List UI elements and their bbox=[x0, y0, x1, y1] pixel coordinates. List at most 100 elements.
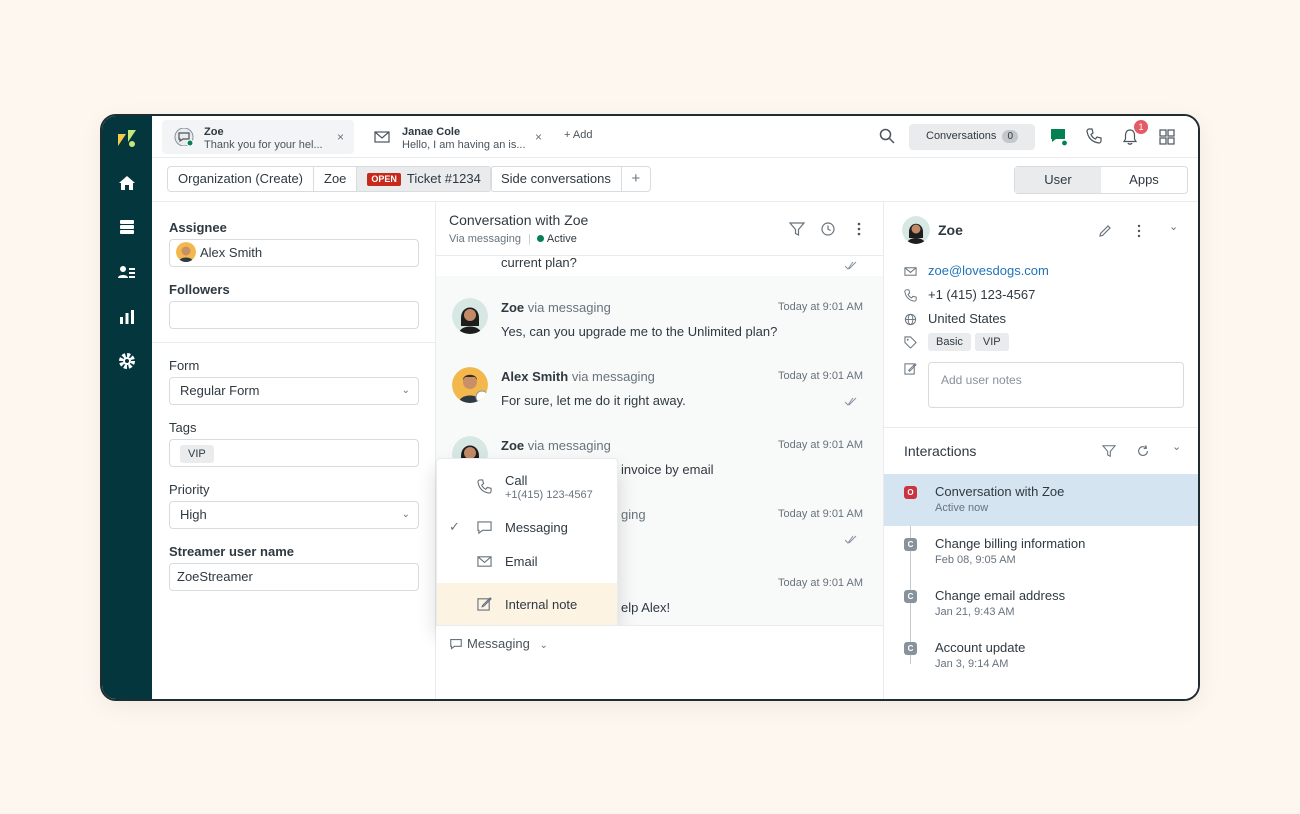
edit-icon[interactable] bbox=[1098, 224, 1112, 238]
menu-item-internal-note[interactable]: Internal note bbox=[437, 583, 617, 626]
followers-field[interactable] bbox=[169, 301, 419, 329]
phone-icon bbox=[477, 479, 492, 494]
status-badge: OPEN bbox=[367, 173, 401, 186]
channel-switcher[interactable]: Messaging ⌄ bbox=[450, 636, 548, 651]
interaction-item[interactable]: C Change email address Jan 21, 9:43 AM bbox=[884, 578, 1198, 630]
menu-item-label: Call bbox=[505, 473, 528, 488]
interaction-item[interactable]: C Account update Jan 3, 9:14 AM bbox=[884, 630, 1198, 682]
email-icon bbox=[374, 131, 390, 143]
priority-select[interactable]: High ⌄ bbox=[169, 501, 419, 529]
filter-icon[interactable] bbox=[1102, 444, 1116, 458]
history-icon[interactable] bbox=[820, 221, 836, 237]
reports-icon[interactable] bbox=[117, 307, 137, 327]
menu-item-sub: +1(415) 123-4567 bbox=[505, 489, 593, 501]
message-time: Today at 9:01 AM bbox=[778, 577, 863, 589]
message-time: Today at 9:01 AM bbox=[778, 370, 863, 382]
tab-janae-cole[interactable]: Janae Cole Hello, I am having an is... × bbox=[360, 120, 552, 154]
message-time: Today at 9:01 AM bbox=[778, 301, 863, 313]
conversations-button[interactable]: Conversations 0 bbox=[909, 124, 1035, 150]
read-receipt-icon bbox=[845, 397, 857, 406]
conversation-channel: Via messaging bbox=[449, 233, 521, 245]
ticket-label: Ticket #1234 bbox=[406, 171, 481, 186]
chevron-down-icon: ⌄ bbox=[401, 385, 410, 396]
conversation-subtitle: Via messaging | Active bbox=[449, 233, 577, 245]
priority-value: High bbox=[180, 507, 207, 522]
conversation-status: Active bbox=[546, 233, 577, 245]
tab-zoe[interactable]: Zoe Thank you for your hel... × bbox=[162, 120, 354, 154]
message-text: invoice by email bbox=[621, 462, 714, 477]
assignee-avatar bbox=[176, 242, 196, 262]
menu-item-call[interactable]: Call +1(415) 123-4567 bbox=[437, 459, 617, 505]
user-context-panel: Zoe ⌄ zoe@lovesdogs.com +1 (415) 123-456… bbox=[884, 202, 1198, 699]
breadcrumb-ticket[interactable]: OPEN Ticket #1234 bbox=[357, 167, 491, 191]
views-icon[interactable] bbox=[117, 217, 137, 237]
tab-user[interactable]: User bbox=[1015, 167, 1101, 193]
user-email[interactable]: zoe@lovesdogs.com bbox=[928, 263, 1049, 278]
more-icon[interactable] bbox=[851, 221, 867, 237]
menu-item-email[interactable]: Email bbox=[437, 547, 617, 577]
active-dot bbox=[536, 235, 544, 242]
form-select[interactable]: Regular Form ⌄ bbox=[169, 377, 419, 405]
search-icon[interactable] bbox=[879, 128, 895, 144]
interaction-item[interactable]: O Conversation with Zoe Active now bbox=[884, 474, 1198, 526]
tags-field[interactable]: VIP bbox=[169, 439, 419, 467]
tags-label: Tags bbox=[169, 420, 197, 435]
add-side-conversation-button[interactable]: + bbox=[622, 167, 650, 191]
streamer-label: Streamer user name bbox=[169, 544, 295, 559]
context-panel-switch: User Apps bbox=[1014, 166, 1188, 194]
interaction-item[interactable]: C Change billing information Feb 08, 9:0… bbox=[884, 526, 1198, 578]
message: Zoe via messaging Today at 9:01 AM Yes, … bbox=[436, 298, 883, 358]
breadcrumb-user[interactable]: Zoe bbox=[314, 167, 358, 191]
chat-icon bbox=[174, 128, 194, 146]
home-icon[interactable] bbox=[117, 173, 137, 193]
avatar bbox=[452, 367, 488, 403]
tab-name: Janae Cole bbox=[402, 126, 461, 138]
add-tab-button[interactable]: + Add bbox=[564, 129, 592, 141]
tag-chip[interactable]: Basic bbox=[928, 333, 971, 351]
more-icon[interactable] bbox=[1132, 224, 1146, 238]
close-icon[interactable]: × bbox=[337, 130, 344, 144]
refresh-icon[interactable] bbox=[1136, 444, 1150, 458]
apps-grid-icon[interactable] bbox=[1159, 129, 1175, 145]
profile-avatar[interactable] bbox=[1198, 123, 1200, 151]
user-notes-field[interactable]: Add user notes bbox=[928, 362, 1184, 408]
tab-apps[interactable]: Apps bbox=[1101, 167, 1187, 193]
menu-item-label: Email bbox=[505, 554, 538, 569]
chat-icon bbox=[477, 521, 492, 535]
breadcrumb-organization[interactable]: Organization (Create) bbox=[168, 167, 314, 191]
channel-label: Messaging bbox=[467, 636, 530, 651]
message-time: Today at 9:01 AM bbox=[778, 508, 863, 520]
conversations-label: Conversations bbox=[926, 130, 997, 142]
interaction-badge: C bbox=[904, 590, 917, 603]
tab-preview: Thank you for your hel... bbox=[204, 139, 323, 151]
phone-icon[interactable] bbox=[1086, 128, 1102, 144]
email-icon bbox=[477, 556, 492, 567]
logo-icon bbox=[118, 130, 136, 147]
messaging-status-icon[interactable] bbox=[1050, 128, 1068, 146]
assignee-field[interactable]: Alex Smith bbox=[169, 239, 419, 267]
tag-icon bbox=[904, 336, 917, 349]
chevron-down-icon[interactable]: ⌄ bbox=[1172, 440, 1181, 453]
read-receipt-icon bbox=[845, 535, 857, 544]
filter-icon[interactable] bbox=[789, 221, 805, 237]
interaction-title: Change email address bbox=[935, 588, 1066, 603]
chat-icon bbox=[450, 638, 462, 650]
customers-icon[interactable] bbox=[117, 262, 137, 282]
chevron-down-icon[interactable]: ⌄ bbox=[1169, 220, 1178, 233]
menu-item-label: Messaging bbox=[505, 520, 568, 535]
menu-item-messaging[interactable]: ✓ Messaging bbox=[437, 513, 617, 543]
notification-badge: 1 bbox=[1134, 120, 1148, 134]
conversation-title: Conversation with Zoe bbox=[449, 212, 589, 228]
interaction-badge: O bbox=[904, 486, 917, 499]
streamer-field[interactable]: ZoeStreamer bbox=[169, 563, 419, 591]
interaction-date: Feb 08, 9:05 AM bbox=[935, 554, 1016, 566]
conversations-count: 0 bbox=[1002, 130, 1018, 143]
chevron-down-icon: ⌄ bbox=[401, 509, 410, 520]
close-icon[interactable]: × bbox=[535, 130, 542, 144]
settings-icon[interactable] bbox=[117, 351, 137, 371]
side-conversations-button[interactable]: Side conversations bbox=[491, 167, 622, 191]
interactions-title: Interactions bbox=[904, 443, 977, 459]
tag-chip[interactable]: VIP bbox=[180, 445, 214, 463]
tab-name: Zoe bbox=[204, 126, 224, 138]
tag-chip[interactable]: VIP bbox=[974, 333, 1009, 351]
